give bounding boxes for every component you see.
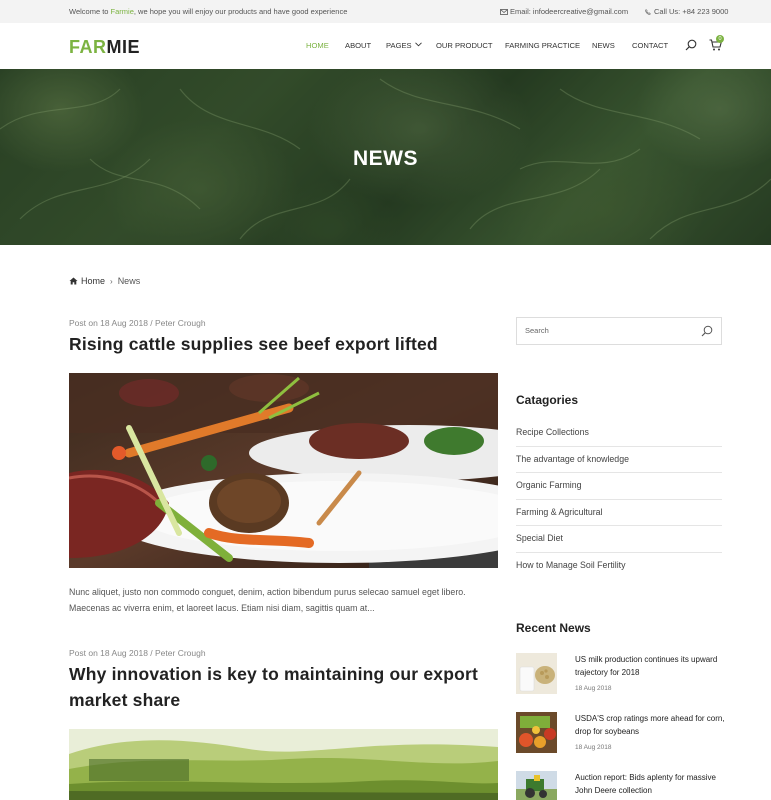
post-meta: Post on 18 Aug 2018 / Peter Crough <box>69 318 206 328</box>
post-image-green-hills[interactable] <box>69 729 498 800</box>
mail-icon <box>500 9 508 15</box>
breadcrumb-current: News <box>117 276 141 286</box>
categories-heading: Catagories <box>516 393 579 407</box>
phone-icon <box>645 9 651 15</box>
category-item[interactable]: How to Manage Soil Fertility <box>516 553 722 580</box>
post-title-line: market share <box>69 690 181 710</box>
recent-news-date: 18 Aug 2018 <box>575 685 612 692</box>
green-hills-image <box>69 729 498 800</box>
phone-text: Call Us: +84 223 9000 <box>654 7 729 16</box>
nav-pages[interactable]: PAGES <box>386 41 422 50</box>
post-title-line: Why innovation is key to maintaining our… <box>69 664 479 684</box>
recent-news-thumbnail[interactable] <box>516 712 557 753</box>
milk-beans-image <box>516 653 557 694</box>
breadcrumb: Home › News <box>69 276 140 286</box>
recent-news-date: 18 Aug 2018 <box>575 744 612 751</box>
post-title[interactable]: Rising cattle supplies see beef export l… <box>69 331 499 357</box>
category-item[interactable]: Special Diet <box>516 526 722 553</box>
recent-news-title[interactable]: USDA'S crop ratings more ahead for corn,… <box>575 713 725 738</box>
category-item[interactable]: Organic Farming <box>516 473 722 500</box>
recent-news-title[interactable]: Auction report: Bids aplenty for massive… <box>575 772 725 797</box>
contact-email[interactable]: Email: infodeercreative@gmail.com <box>500 7 628 16</box>
nav-news[interactable]: NEWS <box>592 41 615 50</box>
search-input[interactable] <box>525 326 695 335</box>
welcome-prefix: Welcome to <box>69 7 111 16</box>
tractor-image <box>516 771 557 800</box>
page-title: NEWS <box>353 147 418 170</box>
breadcrumb-separator: › <box>110 277 113 286</box>
post-image-steak-dish[interactable] <box>69 373 498 568</box>
category-item[interactable]: Recipe Collections <box>516 420 722 447</box>
welcome-message: Welcome to Farmie, we hope you will enjo… <box>69 7 347 16</box>
welcome-brand[interactable]: Farmie <box>111 7 134 16</box>
category-item[interactable]: The advantage of knowledge <box>516 447 722 473</box>
nav-contact[interactable]: CONTACT <box>632 41 668 50</box>
home-icon <box>69 277 78 285</box>
site-logo[interactable]: FARMIE <box>69 37 140 58</box>
contact-phone[interactable]: Call Us: +84 223 9000 <box>644 7 728 16</box>
site-header: FARMIE HOME ABOUT PAGES OUR PRODUCT FARM… <box>0 23 771 69</box>
nav-our-product[interactable]: OUR PRODUCT <box>436 41 493 50</box>
post-excerpt: Nunc aliquet, justo non commodo conguet,… <box>69 587 466 613</box>
recent-news-thumbnail[interactable] <box>516 653 557 694</box>
search-icon[interactable] <box>685 39 697 51</box>
nav-farming-practice[interactable]: FARMING PRACTICE <box>505 41 580 50</box>
email-text: Email: infodeercreative@gmail.com <box>510 7 629 16</box>
nav-pages-label: PAGES <box>386 41 412 50</box>
cart-count-badge: 0 <box>716 35 724 43</box>
category-item[interactable]: Farming & Agricultural <box>516 500 722 526</box>
nav-home[interactable]: HOME <box>306 41 329 50</box>
vegetables-image <box>516 712 557 753</box>
breadcrumb-home[interactable]: Home <box>81 276 105 286</box>
recent-news-heading: Recent News <box>516 621 591 635</box>
search-icon[interactable] <box>701 325 713 337</box>
sidebar-search <box>516 317 722 345</box>
page-hero-banner: NEWS <box>0 69 771 245</box>
recent-news-thumbnail[interactable] <box>516 771 557 800</box>
post-title[interactable]: Why innovation is key to maintaining our… <box>69 661 499 713</box>
logo-text: MIE <box>106 37 141 57</box>
chevron-down-icon <box>414 42 422 47</box>
post-meta: Post on 18 Aug 2018 / Peter Crough <box>69 648 206 658</box>
nav-about[interactable]: ABOUT <box>345 41 371 50</box>
welcome-suffix: , we hope you will enjoy our products an… <box>133 7 348 16</box>
logo-text-accent: FAR <box>69 37 107 57</box>
top-bar: Welcome to Farmie, we hope you will enjo… <box>0 0 771 23</box>
recent-news-title[interactable]: US milk production continues its upward … <box>575 654 725 679</box>
steak-plate-image <box>69 373 498 568</box>
